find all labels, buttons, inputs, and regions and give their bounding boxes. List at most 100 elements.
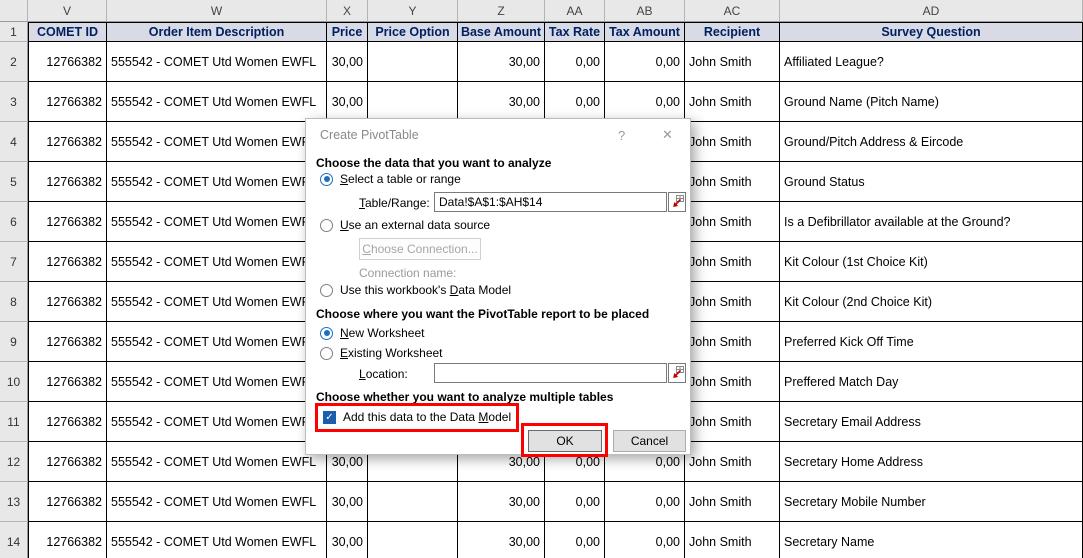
cell[interactable]: 555542 - COMET Utd Women EWFL bbox=[107, 442, 327, 482]
row-header-4[interactable]: 4 bbox=[0, 122, 28, 162]
cell[interactable]: 12766382 bbox=[28, 442, 107, 482]
row-header-2[interactable]: 2 bbox=[0, 42, 28, 82]
select-all-corner[interactable] bbox=[0, 0, 28, 22]
cell[interactable]: 555542 - COMET Utd Women EWFL bbox=[107, 122, 327, 162]
radio-existing-worksheet[interactable]: Existing Worksheet bbox=[320, 346, 443, 360]
cell[interactable]: 12766382 bbox=[28, 482, 107, 522]
cell[interactable]: Kit Colour (2nd Choice Kit) bbox=[780, 282, 1083, 322]
row-header-11[interactable]: 11 bbox=[0, 402, 28, 442]
cell[interactable]: 0,00 bbox=[605, 82, 685, 122]
range-selector-icon[interactable] bbox=[668, 363, 686, 383]
cell[interactable]: 12766382 bbox=[28, 162, 107, 202]
cell[interactable]: John Smith bbox=[685, 202, 780, 242]
cell[interactable]: 0,00 bbox=[545, 522, 605, 558]
range-selector-icon[interactable] bbox=[668, 192, 686, 212]
cell[interactable]: 0,00 bbox=[605, 522, 685, 558]
cell[interactable]: John Smith bbox=[685, 122, 780, 162]
cell[interactable]: 0,00 bbox=[605, 482, 685, 522]
cell[interactable]: 555542 - COMET Utd Women EWFL bbox=[107, 242, 327, 282]
cell[interactable]: 12766382 bbox=[28, 402, 107, 442]
cell[interactable]: 0,00 bbox=[605, 42, 685, 82]
cell[interactable]: John Smith bbox=[685, 162, 780, 202]
ok-button[interactable]: OK bbox=[528, 430, 602, 452]
cell[interactable]: 12766382 bbox=[28, 362, 107, 402]
column-header-X[interactable]: X bbox=[327, 0, 368, 22]
row-header-6[interactable]: 6 bbox=[0, 202, 28, 242]
cell[interactable]: 555542 - COMET Utd Women EWFL bbox=[107, 162, 327, 202]
cell[interactable]: John Smith bbox=[685, 362, 780, 402]
close-icon[interactable]: ✕ bbox=[662, 127, 673, 143]
row-header-12[interactable]: 12 bbox=[0, 442, 28, 482]
header-cell[interactable]: Price Option bbox=[368, 22, 458, 42]
location-input[interactable] bbox=[434, 363, 667, 383]
header-cell[interactable]: Price bbox=[327, 22, 368, 42]
column-header-Z[interactable]: Z bbox=[458, 0, 545, 22]
radio-workbook-data-model[interactable]: Use this workbook's Data Model bbox=[320, 283, 511, 297]
cell[interactable]: Secretary Mobile Number bbox=[780, 482, 1083, 522]
cell[interactable]: 12766382 bbox=[28, 42, 107, 82]
column-header-AD[interactable]: AD bbox=[780, 0, 1083, 22]
column-header-AC[interactable]: AC bbox=[685, 0, 780, 22]
cell[interactable]: John Smith bbox=[685, 242, 780, 282]
cell[interactable]: 555542 - COMET Utd Women EWFL bbox=[107, 42, 327, 82]
cell[interactable]: 30,00 bbox=[327, 522, 368, 558]
cell[interactable]: Ground Status bbox=[780, 162, 1083, 202]
cell[interactable] bbox=[368, 522, 458, 558]
header-cell[interactable]: Recipient bbox=[685, 22, 780, 42]
header-cell[interactable]: Survey Question bbox=[780, 22, 1083, 42]
cell[interactable]: 0,00 bbox=[545, 42, 605, 82]
cell[interactable]: John Smith bbox=[685, 82, 780, 122]
table-range-input[interactable]: Data!$A$1:$AH$14 bbox=[434, 192, 667, 212]
row-header-3[interactable]: 3 bbox=[0, 82, 28, 122]
cancel-button[interactable]: Cancel bbox=[613, 430, 686, 452]
cell[interactable]: Secretary Email Address bbox=[780, 402, 1083, 442]
row-header-1[interactable]: 1 bbox=[0, 22, 28, 42]
cell[interactable]: Kit Colour (1st Choice Kit) bbox=[780, 242, 1083, 282]
cell[interactable]: 0,00 bbox=[545, 482, 605, 522]
cell[interactable]: 30,00 bbox=[458, 42, 545, 82]
cell[interactable]: 555542 - COMET Utd Women EWFL bbox=[107, 402, 327, 442]
column-header-W[interactable]: W bbox=[107, 0, 327, 22]
cell[interactable]: 555542 - COMET Utd Women EWFL bbox=[107, 522, 327, 558]
cell[interactable]: 0,00 bbox=[545, 82, 605, 122]
cell[interactable] bbox=[368, 482, 458, 522]
cell[interactable]: Affiliated League? bbox=[780, 42, 1083, 82]
cell[interactable]: 12766382 bbox=[28, 282, 107, 322]
column-header-AB[interactable]: AB bbox=[605, 0, 685, 22]
cell[interactable]: 30,00 bbox=[458, 522, 545, 558]
cell[interactable]: 12766382 bbox=[28, 242, 107, 282]
cell[interactable]: Is a Defibrillator available at the Grou… bbox=[780, 202, 1083, 242]
header-cell[interactable]: Tax Amount bbox=[605, 22, 685, 42]
row-header-8[interactable]: 8 bbox=[0, 282, 28, 322]
cell[interactable]: 30,00 bbox=[458, 482, 545, 522]
radio-external-data-source[interactable]: Use an external data source bbox=[320, 218, 490, 232]
cell[interactable] bbox=[368, 42, 458, 82]
cell[interactable]: 12766382 bbox=[28, 82, 107, 122]
cell[interactable]: John Smith bbox=[685, 482, 780, 522]
header-cell[interactable]: Base Amount bbox=[458, 22, 545, 42]
cell[interactable]: Secretary Home Address bbox=[780, 442, 1083, 482]
cell[interactable]: Preffered Match Day bbox=[780, 362, 1083, 402]
header-cell[interactable]: Order Item Description bbox=[107, 22, 327, 42]
cell[interactable]: 12766382 bbox=[28, 202, 107, 242]
cell[interactable]: 555542 - COMET Utd Women EWFL bbox=[107, 362, 327, 402]
row-header-9[interactable]: 9 bbox=[0, 322, 28, 362]
column-header-AA[interactable]: AA bbox=[545, 0, 605, 22]
cell[interactable] bbox=[368, 82, 458, 122]
cell[interactable]: John Smith bbox=[685, 522, 780, 558]
cell[interactable]: 30,00 bbox=[458, 82, 545, 122]
cell[interactable]: John Smith bbox=[685, 42, 780, 82]
cell[interactable]: 555542 - COMET Utd Women EWFL bbox=[107, 82, 327, 122]
header-cell[interactable]: Tax Rate bbox=[545, 22, 605, 42]
column-header-V[interactable]: V bbox=[28, 0, 107, 22]
cell[interactable]: 555542 - COMET Utd Women EWFL bbox=[107, 322, 327, 362]
cell[interactable]: John Smith bbox=[685, 282, 780, 322]
radio-new-worksheet[interactable]: New Worksheet bbox=[320, 326, 424, 340]
header-cell[interactable]: COMET ID bbox=[28, 22, 107, 42]
row-header-7[interactable]: 7 bbox=[0, 242, 28, 282]
row-header-10[interactable]: 10 bbox=[0, 362, 28, 402]
cell[interactable]: 555542 - COMET Utd Women EWFL bbox=[107, 282, 327, 322]
cell[interactable]: Ground Name (Pitch Name) bbox=[780, 82, 1083, 122]
checkbox-add-to-data-model[interactable]: ✓ Add this data to the Data Model bbox=[323, 410, 511, 424]
cell[interactable]: Preferred Kick Off Time bbox=[780, 322, 1083, 362]
